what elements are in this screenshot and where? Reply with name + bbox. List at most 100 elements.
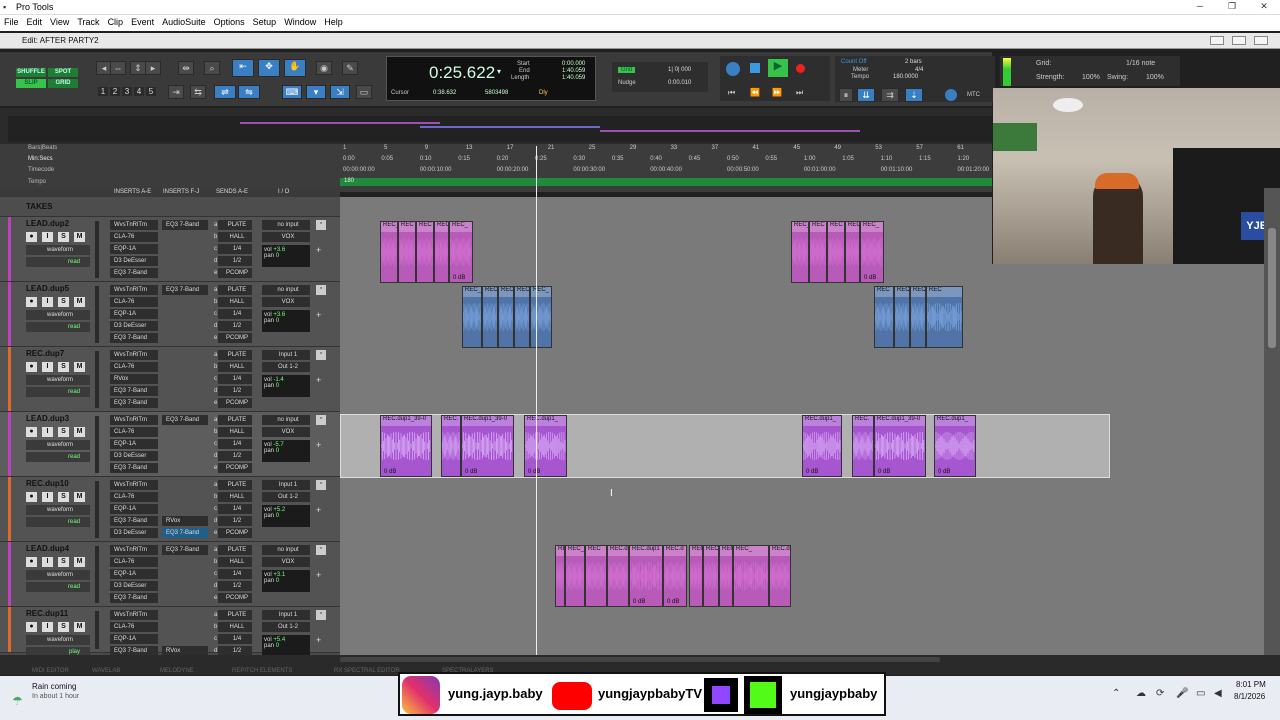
insert-slot[interactable]: WvsTnRlTm [110, 415, 158, 425]
send-slot[interactable]: 1/4 [218, 439, 252, 449]
send-slot[interactable]: 1/2 [218, 386, 252, 396]
record-enable-button[interactable]: ● [26, 232, 37, 242]
minimize-button[interactable]: ─ [1190, 1, 1210, 13]
commands-focus-icon[interactable]: ▭ [356, 85, 372, 99]
insert-slot[interactable]: EQ3 7-Band [110, 333, 158, 343]
track-header[interactable]: REC.dup11 ● I S Mwaveform play WvsTnRlTm CLA-76… [0, 607, 340, 657]
tab-wavelab[interactable]: WAVELAB [92, 668, 120, 674]
horizontal-zoom-icon[interactable]: ⇔ [110, 61, 126, 75]
insert-slot[interactable]: CLA-76 [110, 427, 158, 437]
rewind-icon[interactable]: ⏪ [750, 88, 760, 97]
insert-slot[interactable]: RVox [110, 374, 158, 384]
add-lane-icon[interactable]: + [316, 505, 321, 515]
track-name[interactable]: REC.dup7 [26, 349, 64, 358]
insert-slot[interactable]: WvsTnRlTm [110, 545, 158, 555]
solo-button[interactable]: S [58, 362, 69, 372]
shuffle-mode-button[interactable]: SHUFFLE [16, 68, 46, 77]
tray-network-icon[interactable]: ▭ [1196, 688, 1205, 699]
input-selector[interactable]: Input 1 [262, 350, 310, 360]
insert-slot[interactable]: CLA-76 [110, 362, 158, 372]
pan-value[interactable]: 0 [276, 448, 279, 454]
audio-clip[interactable]: REC [894, 286, 910, 348]
input-monitor-button[interactable]: I [42, 232, 53, 242]
audio-clip[interactable]: REC_ [733, 545, 769, 607]
insert-slot[interactable]: EQP-1A [110, 439, 158, 449]
audio-clip[interactable]: REC.d 0 dB [663, 545, 687, 607]
volume-pan-box[interactable]: vol -1.4 pan 0 [262, 375, 310, 397]
insert-slot[interactable]: WvsTnRlTm [110, 350, 158, 360]
nudge-value[interactable]: 0:00.010 [668, 80, 691, 86]
insert-slot[interactable]: D3 DeEsser [110, 581, 158, 591]
return-to-zero-icon[interactable]: ⏮ [728, 88, 735, 98]
play-button[interactable]: ▶ [768, 59, 788, 77]
pan-value[interactable]: 0 [276, 513, 279, 519]
insert-slot[interactable]: D3 DeEsser [110, 451, 158, 461]
track-header[interactable]: REC.dup10 ● I S Mwaveform read WvsTnRlTm CLA-76… [0, 477, 340, 542]
insertion-follows-icon[interactable]: ▾ [306, 85, 326, 99]
tray-cloud-icon[interactable]: ☁ [1136, 688, 1146, 699]
clip-gain[interactable]: 0 dB [633, 599, 645, 605]
send-slot[interactable]: PLATE [218, 285, 252, 295]
send-slot[interactable]: 1/2 [218, 256, 252, 266]
volume-pan-box[interactable]: vol +3.6 pan 0 [262, 310, 310, 332]
mute-button[interactable]: M [74, 362, 85, 372]
tempo-value[interactable]: 180.0000 [893, 74, 918, 80]
grid-mode-button[interactable]: GRID [48, 79, 78, 88]
automation-mode-selector[interactable]: read [26, 322, 90, 332]
audio-clip[interactable]: REC [809, 221, 827, 283]
vertical-zoom-icon[interactable]: ⇕ [130, 61, 146, 75]
input-selector[interactable]: no input [262, 545, 310, 555]
input-monitor-button[interactable]: I [42, 492, 53, 502]
tab-melodyne[interactable]: MELODYNE [160, 668, 194, 674]
mtc-label[interactable]: MTC [967, 92, 980, 98]
send-slot[interactable]: PCOMP [218, 593, 252, 603]
send-slot[interactable]: PLATE [218, 220, 252, 230]
fast-forward-icon[interactable]: ⏩ [772, 88, 782, 97]
audio-clip[interactable]: REC [689, 545, 703, 607]
audio-clip[interactable]: REC_ [380, 221, 398, 283]
track-name[interactable]: LEAD.dup4 [26, 544, 69, 553]
audio-clip[interactable]: REC.dup1_39-0 0 dB [380, 415, 432, 477]
audio-clip[interactable]: REC_ 0 dB [860, 221, 884, 283]
clip-gain[interactable]: 0 dB [806, 469, 818, 475]
track-name[interactable]: LEAD.dup2 [26, 219, 69, 228]
audio-clip[interactable]: REC_ [530, 286, 552, 348]
edit-close-button[interactable] [1254, 36, 1268, 45]
track-options-icon[interactable]: ▫ [316, 285, 326, 295]
menu-edit[interactable]: Edit [23, 15, 47, 29]
zoom-in-icon[interactable]: ▸ [145, 61, 161, 75]
audio-clip[interactable]: REC_ [565, 545, 585, 607]
insert-slot[interactable]: CLA-76 [110, 622, 158, 632]
audio-clip[interactable]: REC [719, 545, 733, 607]
menu-file[interactable]: File [0, 15, 23, 29]
mute-button[interactable]: M [74, 622, 85, 632]
insert-slot[interactable]: WvsTnRlTm [110, 480, 158, 490]
magnifier-icon[interactable]: ⌕ [204, 61, 220, 75]
insert-slot-fj[interactable]: EQ3 7-Band [162, 545, 208, 555]
strength-value[interactable]: 100% [1082, 74, 1100, 81]
insert-slot[interactable]: EQP-1A [110, 309, 158, 319]
record-enable-button[interactable]: ● [26, 297, 37, 307]
clip-gain[interactable]: 0 dB [878, 469, 890, 475]
pan-value[interactable]: 0 [276, 383, 279, 389]
input-monitor-button[interactable]: I [42, 362, 53, 372]
menu-track[interactable]: Track [73, 15, 103, 29]
insert-slot[interactable]: CLA-76 [110, 232, 158, 242]
audio-clip[interactable]: REC [434, 221, 449, 283]
input-monitor-button[interactable]: I [42, 297, 53, 307]
send-slot[interactable]: HALL [218, 622, 252, 632]
record-enable-button[interactable]: ● [26, 492, 37, 502]
universe-view[interactable] [0, 108, 992, 144]
pencil-tool-icon[interactable]: ✎ [342, 61, 358, 75]
solo-button[interactable]: S [58, 427, 69, 437]
record-enable-button[interactable]: ● [26, 622, 37, 632]
audio-clip[interactable]: REC.dup1_ 0 dB [934, 415, 976, 477]
output-selector[interactable]: VOX [262, 557, 310, 567]
menu-view[interactable]: View [46, 15, 73, 29]
clock-time[interactable]: 8:01 PM [1236, 680, 1266, 689]
pan-value[interactable]: 0 [276, 578, 279, 584]
audio-clip[interactable]: REC [703, 545, 719, 607]
zoom-preset-2[interactable]: 2 [110, 87, 120, 96]
insert-slot[interactable]: EQ3 7-Band [110, 516, 158, 526]
track-options-icon[interactable]: ▫ [316, 350, 326, 360]
